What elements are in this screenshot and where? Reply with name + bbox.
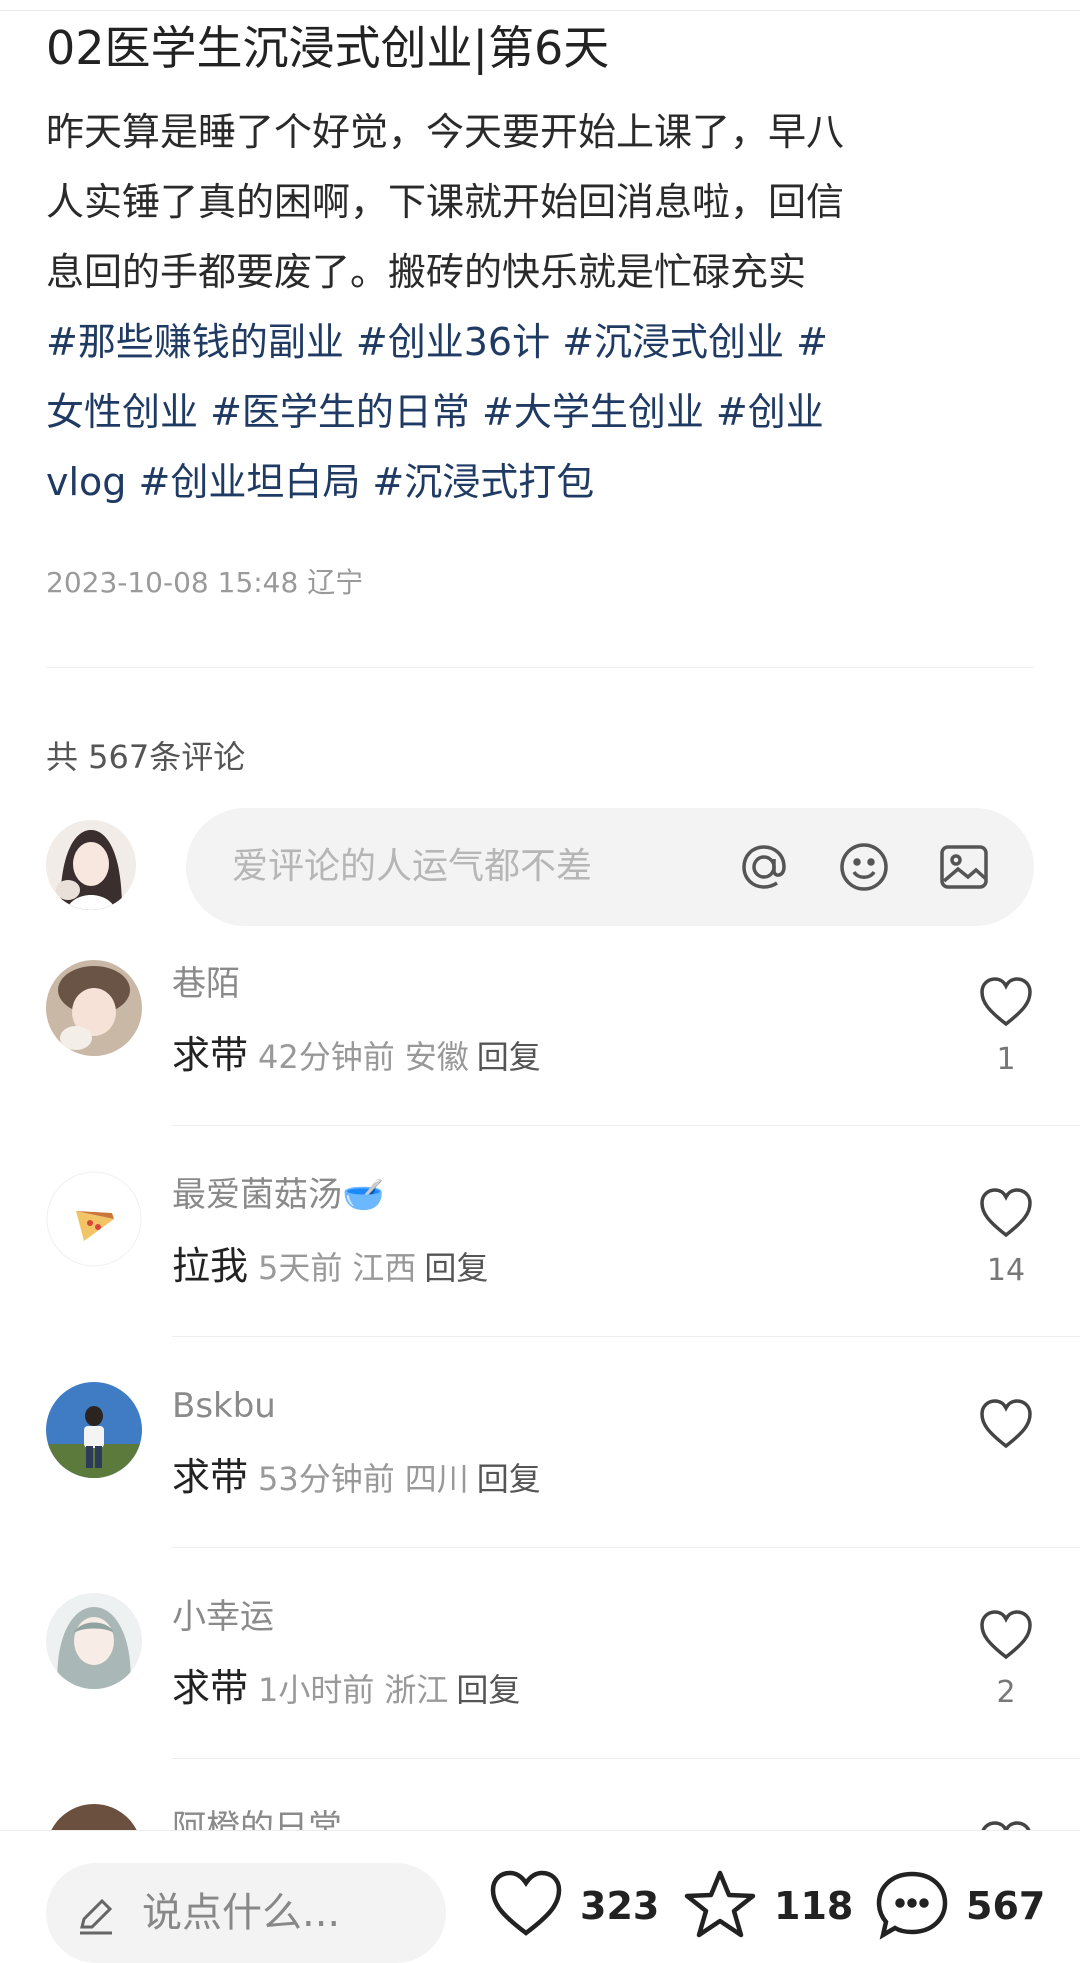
comment-action[interactable]: 567 [874,1869,1054,1949]
image-icon[interactable] [936,839,992,895]
comment-divider [172,1547,1080,1548]
comment-divider [172,1758,1080,1759]
say-something-input[interactable]: 说点什么... [46,1863,446,1963]
at-icon[interactable] [736,839,792,895]
hashtag-line[interactable]: #那些赚钱的副业 #创业36计 #沉浸式创业 # [46,307,1026,377]
commenter-avatar[interactable] [46,1593,142,1689]
commenter-name[interactable]: 最爱菌菇汤🥣 [172,1173,384,1217]
post-body-line: 昨天算是睡了个好觉，今天要开始上课了，早八 [46,110,845,154]
comment-time: 42分钟前 [258,1038,395,1076]
like-count: 14 [986,1253,1026,1288]
comment-line: 求带 42分钟前 安徽 回复 [172,1030,541,1088]
like-count: 2 [996,1675,1016,1710]
say-something-placeholder: 说点什么... [142,1890,341,1936]
like-total: 323 [580,1884,660,1928]
comment-location: 浙江 [384,1671,449,1709]
top-divider [0,10,1080,11]
section-divider [46,667,1034,668]
comment-location: 安徽 [404,1038,469,1076]
commenter-name[interactable]: Bskbu [172,1384,276,1428]
post-body: 昨天算是睡了个好觉，今天要开始上课了，早八 人实锤了真的困啊，下课就开始回消息啦… [46,97,1026,517]
reply-button[interactable]: 回复 [456,1671,520,1709]
comment-text: 求带 [172,1033,249,1077]
comment-input-placeholder: 爱评论的人运气都不差 [232,846,593,887]
my-avatar[interactable] [46,820,136,910]
post-title: 02医学生沉浸式创业|第6天 [46,21,610,75]
like-action[interactable]: 323 [488,1869,659,1949]
comment-divider [172,1336,1080,1337]
hashtag-line[interactable]: 女性创业 #医学生的日常 #大学生创业 #创业 [46,377,1026,447]
favorite-action[interactable]: 118 [682,1869,853,1949]
star-icon [684,1870,756,1938]
favorite-total: 118 [774,1884,854,1928]
comment-total: 567 [966,1884,1046,1928]
comment-line: 拉我 5天前 江西 回复 [172,1241,488,1299]
comment-time: 1小时前 [258,1671,375,1709]
comment-line: 求带 53分钟前 四川 回复 [172,1452,541,1510]
post-meta: 2023-10-08 15:48 辽宁 [46,566,364,599]
commenter-name[interactable]: 小幸运 [172,1595,274,1639]
like-heart-icon[interactable] [978,1187,1034,1239]
reply-button[interactable]: 回复 [477,1460,541,1498]
reply-button[interactable]: 回复 [424,1249,488,1287]
commenter-name[interactable]: 巷陌 [172,962,240,1006]
emoji-icon[interactable] [836,839,892,895]
like-heart-icon[interactable] [978,1609,1034,1661]
chat-icon [876,1871,948,1940]
comment-input[interactable]: 爱评论的人运气都不差 [186,808,1034,926]
comment-location: 四川 [404,1460,469,1498]
commenter-avatar[interactable] [46,1171,142,1267]
commenter-avatar[interactable] [46,960,142,1056]
like-heart-icon[interactable] [978,976,1034,1028]
comment-count: 共 567条评论 [46,738,246,776]
comment-divider [172,1125,1080,1126]
hashtag-line[interactable]: vlog #创业坦白局 #沉浸式打包 [46,447,1026,517]
comment-line: 求带 1小时前 浙江 回复 [172,1663,520,1721]
like-count: 1 [996,1042,1016,1077]
comment-time: 5天前 [258,1249,343,1287]
comment-time: 53分钟前 [258,1460,395,1498]
post-body-line: 人实锤了真的困啊，下课就开始回消息啦，回信 [46,180,845,224]
reply-button[interactable]: 回复 [477,1038,541,1076]
edit-icon [80,1898,113,1935]
heart-icon [490,1870,562,1936]
bottom-action-bar: 说点什么... 323 118 567 [0,1830,1080,1963]
comment-location: 江西 [352,1249,417,1287]
post-body-line: 息回的手都要废了。搬砖的快乐就是忙碌充实 [46,250,807,294]
comment-text: 拉我 [172,1244,249,1288]
commenter-avatar[interactable] [46,1382,142,1478]
comment-text: 求带 [172,1666,249,1710]
comment-text: 求带 [172,1455,249,1499]
like-heart-icon[interactable] [978,1398,1034,1450]
